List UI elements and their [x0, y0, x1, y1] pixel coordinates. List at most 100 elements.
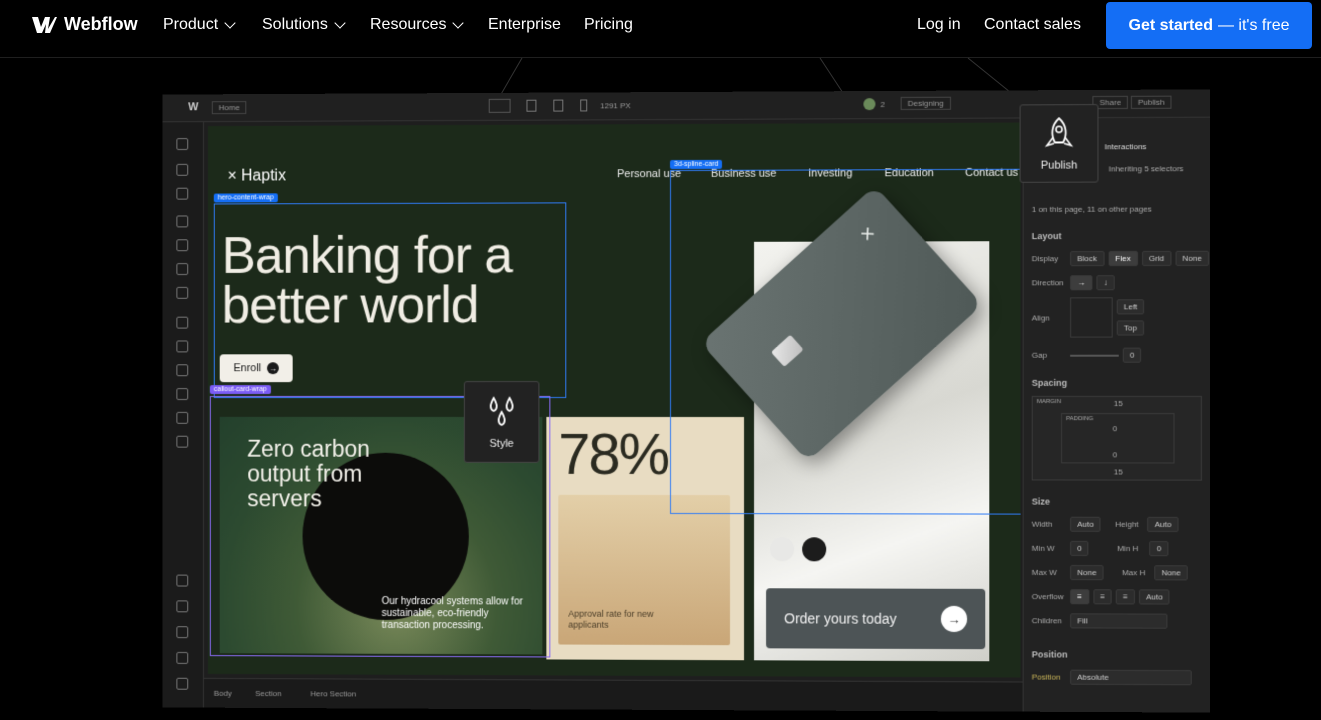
publish-dropdown[interactable]: Publish [1130, 95, 1172, 109]
overflow-row: Overflow ≡ ≡ ≡ Auto [1032, 589, 1170, 605]
webflow-w-icon[interactable]: W [188, 101, 198, 113]
stat-value: 78% [558, 421, 669, 487]
direction-horizontal[interactable]: → [1070, 275, 1093, 291]
inherit-note: Inheriting 5 selectors [1108, 164, 1184, 174]
padding-bottom-value[interactable]: 0 [1113, 450, 1118, 459]
avatar[interactable] [863, 98, 876, 111]
breadcrumb-body[interactable]: Body [214, 689, 232, 698]
max-height-input[interactable]: None [1154, 565, 1188, 581]
pages-icon[interactable] [176, 163, 189, 176]
breadcrumb: Body Section Hero Section [203, 677, 1023, 712]
overflow-auto[interactable]: Auto [1139, 589, 1170, 605]
tablet-breakpoint-icon[interactable] [526, 99, 537, 112]
max-width-input[interactable]: None [1070, 565, 1104, 581]
display-none[interactable]: None [1175, 250, 1209, 266]
desktop-breakpoint-icon[interactable] [488, 98, 511, 113]
swatch-silver[interactable] [770, 537, 795, 562]
margin-bottom-value[interactable]: 15 [1114, 467, 1123, 476]
style-panel: Interactions Inheriting 5 selectors 1 on… [1022, 117, 1211, 713]
audit-icon[interactable] [176, 626, 189, 639]
gap-slider[interactable] [1070, 354, 1119, 357]
direction-vertical[interactable]: ↓ [1096, 275, 1115, 291]
components-icon[interactable] [176, 215, 189, 228]
direction-label: Direction [1031, 278, 1064, 288]
height-input[interactable]: Auto [1147, 516, 1179, 533]
cms-icon[interactable] [176, 316, 189, 329]
swatch-black[interactable] [802, 537, 827, 562]
align-grid[interactable] [1070, 297, 1113, 338]
search-icon[interactable] [176, 651, 189, 664]
designer-window: W Home 1291 PX 2 Designing Share Publish… [162, 89, 1211, 713]
align-row: Align Left Top [1032, 297, 1145, 338]
haptix-logo[interactable]: × Haptix [228, 167, 286, 185]
apps-icon[interactable] [176, 411, 189, 424]
display-row: Display Block Flex Grid None [1032, 250, 1209, 267]
tab-interactions[interactable]: Interactions [1105, 142, 1147, 151]
spacing-box: MARGIN 15 PADDING 0 0 15 [1031, 395, 1202, 481]
x-align-select[interactable]: Left [1116, 299, 1145, 315]
hero-content-wrap-tag[interactable]: hero-content-wrap [213, 193, 278, 203]
mode-selector[interactable]: Designing [900, 96, 951, 110]
position-row: Position Absolute [1031, 669, 1192, 686]
children-label: Children [1031, 616, 1062, 626]
display-flex[interactable]: Flex [1108, 250, 1138, 267]
users-icon[interactable] [176, 364, 189, 377]
publish-tile-label: Publish [1040, 159, 1078, 172]
hero-content-wrap-outline [213, 202, 567, 399]
activity-icon[interactable] [176, 435, 189, 448]
padding-box: PADDING 0 0 [1061, 413, 1175, 464]
size-row-1: Width Auto Height Auto [1032, 516, 1179, 533]
decorative-lines [499, 57, 1011, 97]
publish-tile[interactable]: Publish [1019, 104, 1099, 183]
overflow-visible[interactable]: ≡ [1070, 589, 1090, 605]
min-width-label: Min W [1031, 543, 1055, 553]
add-icon[interactable] [176, 138, 189, 151]
width-input[interactable]: Auto [1070, 516, 1101, 532]
children-row: Children Fill [1032, 613, 1168, 629]
page-selector[interactable]: Home [211, 101, 247, 115]
gap-label: Gap [1031, 350, 1048, 360]
display-block[interactable]: Block [1070, 251, 1105, 267]
padding-top-value[interactable]: 0 [1113, 424, 1118, 433]
mobile-breakpoint-icon[interactable] [580, 99, 588, 112]
padding-label: PADDING [1066, 416, 1094, 423]
position-select[interactable]: Absolute [1070, 669, 1192, 686]
overflow-scroll[interactable]: ≡ [1116, 589, 1135, 605]
height-label: Height [1115, 519, 1139, 529]
children-select[interactable]: Fill [1070, 613, 1168, 629]
min-height-input[interactable]: 0 [1149, 541, 1169, 557]
landscape-breakpoint-icon[interactable] [553, 99, 564, 112]
style-tile[interactable]: Style [463, 381, 540, 463]
y-align-select[interactable]: Top [1116, 320, 1145, 336]
spline-card-tag[interactable]: 3d-spline-card [670, 159, 723, 170]
styles-icon[interactable] [176, 263, 189, 276]
breadcrumb-section[interactable]: Section [255, 689, 281, 698]
direction-row: Direction → ↓ [1031, 275, 1115, 291]
logic-icon[interactable] [176, 340, 189, 353]
min-width-input[interactable]: 0 [1070, 540, 1089, 556]
assets-icon[interactable] [176, 286, 189, 299]
haptix-x-icon: × [227, 167, 237, 185]
designer-left-toolbar [162, 122, 204, 708]
max-width-label: Max W [1031, 567, 1057, 578]
collaborator-count: 2 [880, 100, 885, 110]
help-icon[interactable] [176, 600, 189, 613]
design-canvas[interactable]: × Haptix Personal use Business use Inves… [207, 122, 1021, 678]
gap-input[interactable]: 0 [1122, 347, 1142, 363]
ecommerce-icon[interactable] [176, 388, 189, 401]
layout-heading: Layout [1031, 230, 1062, 242]
settings-icon[interactable] [176, 574, 189, 587]
breadcrumb-hero-section[interactable]: Hero Section [310, 689, 356, 698]
min-height-label: Min H [1117, 543, 1139, 554]
overflow-hidden[interactable]: ≡ [1093, 589, 1112, 605]
order-button[interactable]: Order yours today → [766, 588, 986, 650]
max-height-label: Max H [1121, 568, 1146, 578]
position-label: Position [1031, 672, 1061, 682]
video-icon[interactable] [176, 677, 189, 690]
variables-icon[interactable] [176, 239, 189, 252]
callout-card-wrap-tag[interactable]: callout-card-wrap [209, 385, 271, 395]
navigator-icon[interactable] [176, 187, 189, 200]
rocket-icon [1041, 115, 1077, 151]
margin-top-value[interactable]: 15 [1114, 399, 1123, 408]
display-grid[interactable]: Grid [1141, 250, 1172, 267]
